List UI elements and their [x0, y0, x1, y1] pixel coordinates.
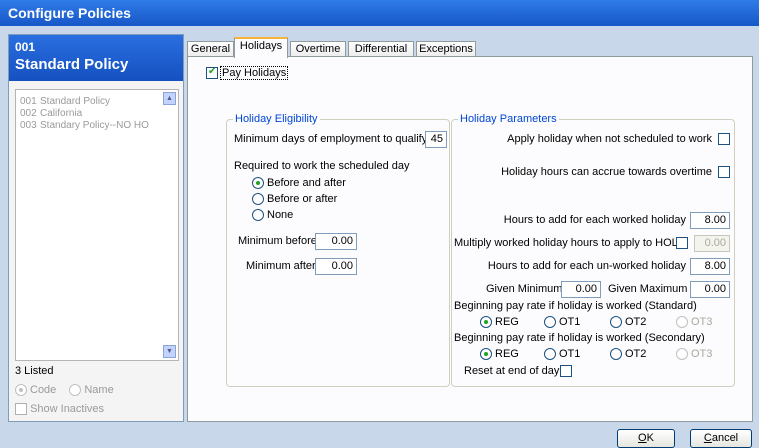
rate-secondary-ot1-radio[interactable]: OT1: [544, 348, 580, 361]
rate-standard-reg-radio[interactable]: REG: [480, 316, 519, 329]
tab-overtime[interactable]: Overtime: [290, 41, 346, 57]
rate-standard-label: Beginning pay rate if holiday is worked …: [454, 300, 697, 312]
window-title: Configure Policies: [0, 0, 759, 26]
given-max-label: Given Maximum: [608, 283, 688, 295]
given-min-field[interactable]: 0.00: [561, 281, 601, 298]
radio-icon: [252, 177, 264, 190]
selected-policy-header: 001 Standard Policy: [9, 35, 183, 81]
radio-icon: [544, 348, 556, 361]
rate-secondary-label: Beginning pay rate if holiday is worked …: [454, 332, 705, 344]
accrue-overtime-checkbox[interactable]: [718, 166, 730, 178]
multiply-field[interactable]: 0.00: [694, 235, 730, 252]
policy-sidebar: 001 Standard Policy 001 Standard Policy 0…: [8, 34, 184, 422]
hours-worked-label: Hours to add for each worked holiday: [503, 214, 686, 226]
group-title: Holiday Parameters: [458, 113, 559, 125]
rate-secondary-ot3-radio[interactable]: OT3: [676, 348, 712, 361]
holiday-parameters-group: Holiday Parameters Apply holiday when no…: [451, 113, 735, 387]
radio-icon: [252, 209, 264, 222]
holiday-eligibility-group: Holiday Eligibility Minimum days of empl…: [226, 113, 450, 387]
cancel-button[interactable]: Cancel: [690, 429, 752, 448]
rate-secondary-reg-radio[interactable]: REG: [480, 348, 519, 361]
none-radio[interactable]: None: [252, 209, 293, 222]
min-before-field[interactable]: 0.00: [315, 233, 357, 250]
hours-unworked-label: Hours to add for each un-worked holiday: [487, 260, 686, 272]
radio-icon: [676, 316, 688, 329]
selected-policy-code: 001: [15, 40, 36, 54]
radio-icon: [480, 316, 492, 329]
before-or-after-radio[interactable]: Before or after: [252, 193, 337, 206]
sort-name-radio[interactable]: Name: [69, 384, 114, 397]
tab-exceptions[interactable]: Exceptions: [416, 41, 476, 57]
radio-icon: [676, 348, 688, 361]
radio-icon: [252, 193, 264, 206]
rate-standard-ot1-radio[interactable]: OT1: [544, 316, 580, 329]
radio-icon: [610, 348, 622, 361]
min-before-label: Minimum before: [238, 235, 317, 247]
given-min-label: Given Minimum: [486, 283, 563, 295]
min-after-field[interactable]: 0.00: [315, 258, 357, 275]
tab-holidays[interactable]: Holidays: [234, 37, 288, 58]
list-item[interactable]: 003 Standary Policy--NO HO: [16, 120, 178, 132]
apply-not-scheduled-checkbox[interactable]: [718, 133, 730, 145]
hours-unworked-field[interactable]: 8.00: [690, 258, 730, 275]
radio-icon: [69, 384, 82, 397]
scroll-up-icon[interactable]: ▲: [163, 92, 176, 105]
holidays-panel: Pay Holidays Holiday Eligibility Minimum…: [187, 56, 753, 422]
min-days-field[interactable]: 45: [425, 131, 447, 148]
list-item[interactable]: 001 Standard Policy: [16, 96, 178, 108]
radio-icon: [544, 316, 556, 329]
scroll-down-icon[interactable]: ▼: [163, 345, 176, 358]
before-and-after-radio[interactable]: Before and after: [252, 177, 346, 190]
ok-button[interactable]: OK: [617, 429, 675, 448]
pay-holidays-checkbox[interactable]: Pay Holidays: [206, 66, 289, 80]
sort-options: Code Name: [15, 384, 124, 397]
checkbox-icon: [206, 66, 218, 80]
multiply-label: Multiply worked holiday hours to apply t…: [454, 237, 678, 249]
min-days-label: Minimum days of employment to qualify: [234, 133, 428, 145]
rate-standard-ot2-radio[interactable]: OT2: [610, 316, 646, 329]
sort-code-radio[interactable]: Code: [15, 384, 56, 397]
required-label: Required to work the scheduled day: [234, 160, 410, 172]
hours-worked-field[interactable]: 8.00: [690, 212, 730, 229]
rate-standard-ot3-radio[interactable]: OT3: [676, 316, 712, 329]
rate-secondary-ot2-radio[interactable]: OT2: [610, 348, 646, 361]
checkbox-icon: [15, 403, 27, 416]
reset-label: Reset at end of day: [464, 365, 560, 377]
radio-icon: [15, 384, 27, 397]
multiply-checkbox[interactable]: [676, 237, 688, 249]
tab-general[interactable]: General: [187, 41, 234, 57]
show-inactives-checkbox[interactable]: Show Inactives: [15, 403, 104, 416]
radio-icon: [480, 348, 492, 361]
radio-icon: [610, 316, 622, 329]
accrue-overtime-label: Holiday hours can accrue towards overtim…: [501, 166, 712, 178]
min-after-label: Minimum after: [246, 260, 316, 272]
list-item[interactable]: 002 California: [16, 108, 178, 120]
given-max-field[interactable]: 0.00: [690, 281, 730, 298]
group-title: Holiday Eligibility: [233, 113, 320, 125]
policy-list[interactable]: 001 Standard Policy 002 California 003 Stan…: [15, 89, 179, 361]
listed-count: 3 Listed: [15, 365, 54, 377]
tab-differential[interactable]: Differential: [348, 41, 414, 57]
apply-not-scheduled-label: Apply holiday when not scheduled to work: [507, 133, 712, 145]
reset-checkbox[interactable]: [560, 365, 572, 377]
selected-policy-name: Standard Policy: [15, 56, 129, 73]
